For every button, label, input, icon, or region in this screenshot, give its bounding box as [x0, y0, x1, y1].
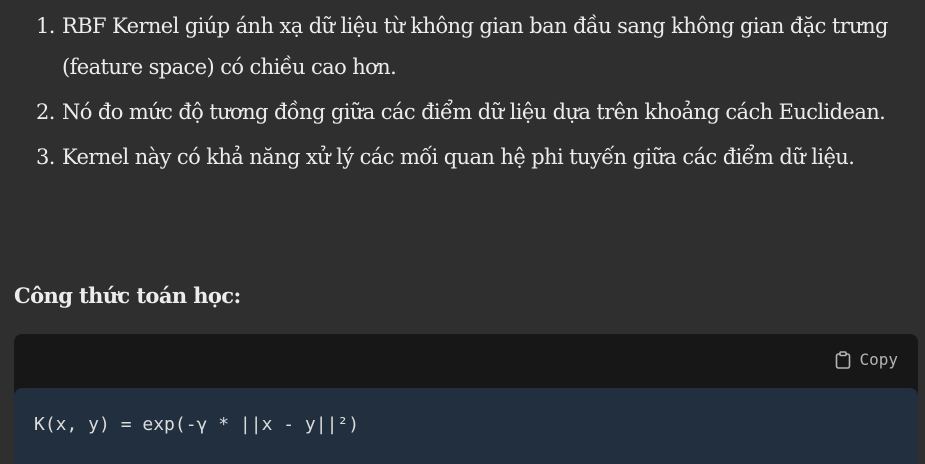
copy-label: Copy	[859, 350, 898, 369]
list-item: 3. Kernel này có khả năng xử lý các mối …	[36, 137, 906, 178]
list-item: 2. Nó đo mức độ tương đồng giữa các điểm…	[36, 92, 906, 133]
code-block: Copy K(x, y) = exp(-γ * ||x - y||²)	[14, 334, 918, 464]
formula-code: K(x, y) = exp(-γ * ||x - y||²)	[34, 414, 360, 435]
list-item-text: RBF Kernel giúp ánh xạ dữ liệu từ không …	[62, 14, 888, 79]
explanation-list: 1. RBF Kernel giúp ánh xạ dữ liệu từ khô…	[36, 6, 906, 182]
list-item: 1. RBF Kernel giúp ánh xạ dữ liệu từ khô…	[36, 6, 906, 88]
list-item-number: 3.	[36, 145, 55, 169]
chat-response: 1. RBF Kernel giúp ánh xạ dữ liệu từ khô…	[0, 0, 925, 464]
code-block-header: Copy	[14, 334, 918, 388]
list-item-text: Nó đo mức độ tương đồng giữa các điểm dữ…	[62, 100, 886, 124]
list-item-number: 1.	[36, 14, 55, 38]
section-heading: Công thức toán học:	[14, 283, 241, 308]
list-item-text: Kernel này có khả năng xử lý các mối qua…	[62, 145, 855, 169]
clipboard-icon	[835, 350, 851, 369]
copy-button[interactable]: Copy	[835, 350, 898, 369]
code-block-body: K(x, y) = exp(-γ * ||x - y||²)	[14, 388, 918, 464]
list-item-number: 2.	[36, 100, 55, 124]
